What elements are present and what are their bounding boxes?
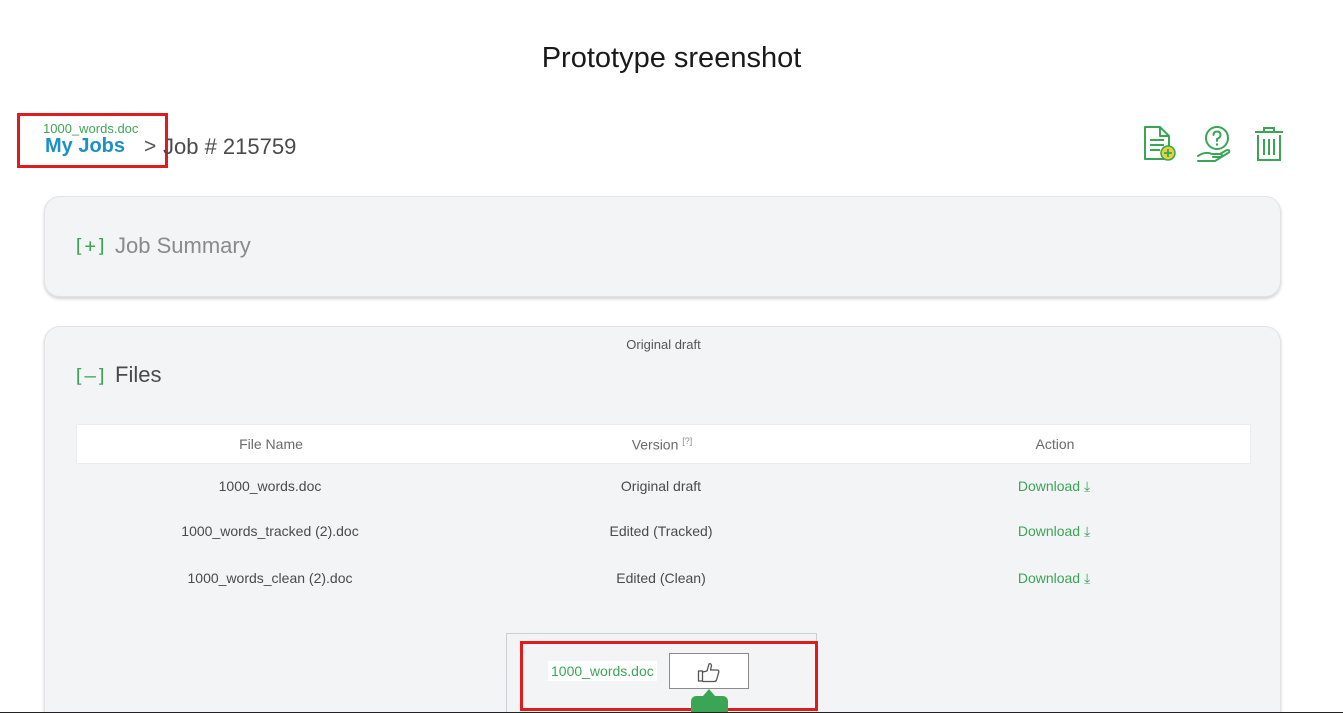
table-row: 1000_words_clean (2).doc Edited (Clean) … — [76, 564, 1251, 594]
download-link[interactable]: Download ⤓ — [1004, 478, 1104, 495]
file-name-cell: 1000_words.doc — [218, 478, 322, 494]
files-title[interactable]: Files — [115, 362, 161, 388]
help-hand-icon[interactable] — [1195, 124, 1235, 164]
table-row: 1000_words_tracked (2).doc Edited (Track… — [76, 517, 1251, 547]
breadcrumb-current-job: Job # 215759 — [163, 134, 297, 159]
thumbs-up-icon — [697, 663, 720, 683]
file-name-cell: 1000_words_tracked (2).doc — [181, 523, 359, 539]
column-header-action: Action — [1035, 436, 1075, 452]
version-cell: Original draft — [620, 478, 702, 494]
files-top-label: Original draft — [626, 337, 701, 352]
job-summary-panel: [+] Job Summary — [44, 196, 1281, 297]
column-header-file-name: File Name — [239, 436, 303, 452]
table-row: 1000_words.doc Original draft Download ⤓ — [76, 472, 1251, 502]
thumbs-up-button[interactable] — [669, 653, 749, 689]
column-header-version: Version [?] — [562, 436, 762, 453]
feedback-pointer-tab — [691, 689, 728, 713]
version-cell: Edited (Clean) — [616, 570, 706, 586]
version-cell: Edited (Tracked) — [609, 523, 713, 539]
job-summary-title[interactable]: Job Summary — [115, 233, 251, 259]
trash-icon[interactable] — [1250, 124, 1290, 164]
page-title: Prototype sreenshot — [541, 42, 802, 74]
file-name-cell: 1000_words_clean (2).doc — [187, 570, 353, 586]
my-jobs-link[interactable]: My Jobs — [45, 135, 125, 158]
job-summary-expand-toggle[interactable]: [+] — [73, 235, 107, 257]
files-table-header: File Name Version [?] Action — [76, 424, 1251, 464]
download-link[interactable]: Download ⤓ — [1004, 523, 1104, 540]
version-help-icon[interactable]: [?] — [682, 436, 692, 446]
breadcrumb-file-label[interactable]: 1000_words.doc — [43, 121, 138, 136]
add-document-icon[interactable] — [1140, 124, 1180, 164]
files-collapse-toggle[interactable]: [–] — [73, 365, 107, 387]
feedback-file-label[interactable]: 1000_words.doc — [548, 661, 657, 681]
breadcrumb-separator: > — [144, 135, 157, 158]
column-header-version-label: Version — [631, 436, 679, 453]
download-link[interactable]: Download ⤓ — [1004, 570, 1104, 587]
